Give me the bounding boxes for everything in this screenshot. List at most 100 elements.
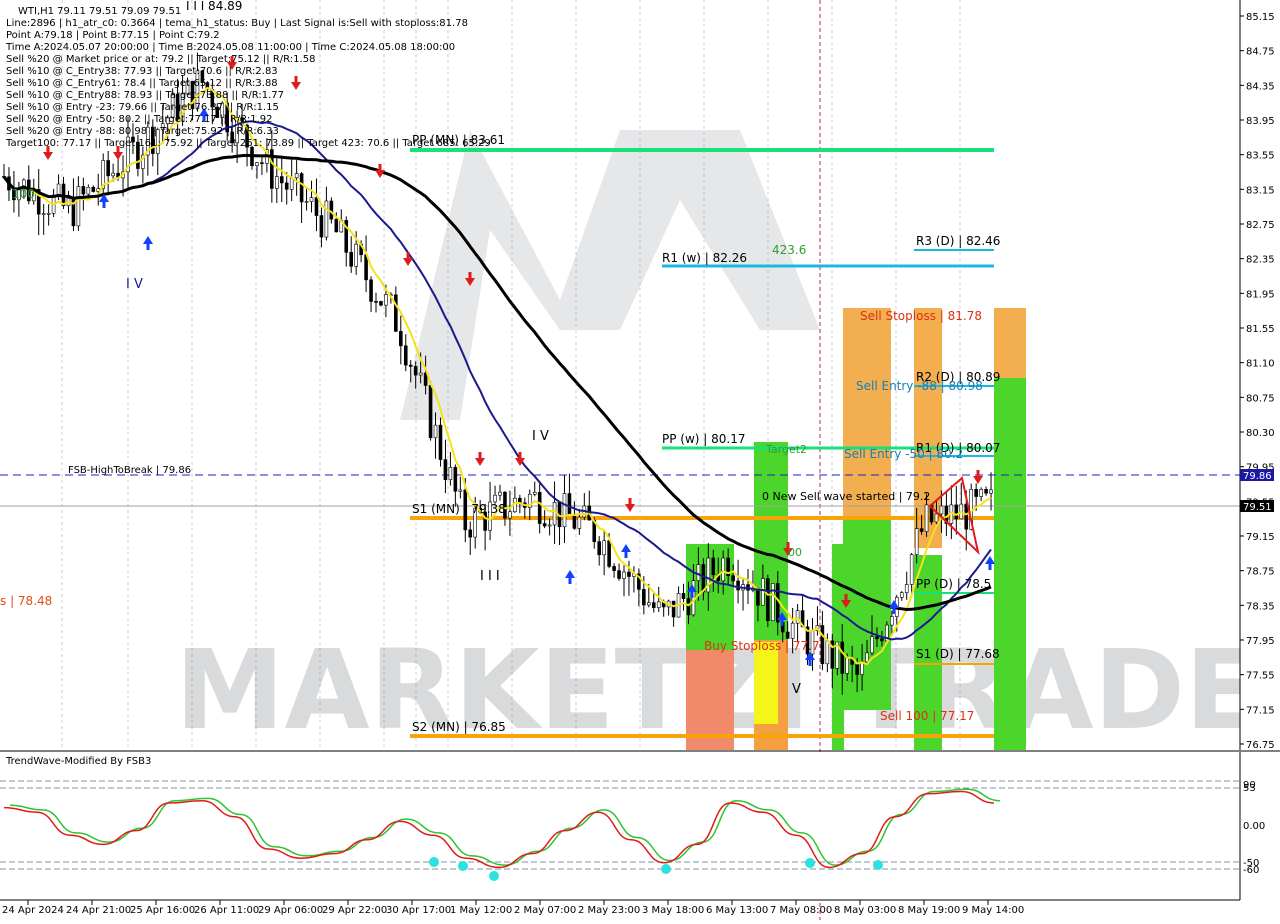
info-line: Point A:79.18 | Point B:77.15 | Point C:… bbox=[6, 30, 220, 41]
fsb-label: FSB-HighToBreak | 79.86 bbox=[68, 465, 191, 476]
candle-body bbox=[324, 200, 329, 238]
candle-body bbox=[56, 183, 61, 196]
fib-100-label: 100 bbox=[12, 187, 35, 201]
s1-d-label: S1 (D) | 77.68 bbox=[916, 647, 1000, 661]
candle-body bbox=[696, 564, 701, 581]
candle-body bbox=[845, 657, 850, 674]
candle-body bbox=[567, 493, 572, 515]
candle-body bbox=[577, 516, 582, 529]
candle-body bbox=[736, 580, 740, 591]
candle-body bbox=[433, 424, 438, 439]
sell-100-label: Sell 100 | 77.17 bbox=[880, 709, 974, 723]
time-tick-label: 29 Apr 22:00 bbox=[322, 905, 387, 916]
candle-body bbox=[255, 162, 259, 167]
price-tick-label: 80.75 bbox=[1246, 393, 1275, 404]
candle-body bbox=[309, 197, 314, 202]
time-tick-label: 7 May 08:00 bbox=[770, 905, 832, 916]
candle-body bbox=[508, 511, 512, 519]
candle-body bbox=[914, 528, 919, 555]
price-tick-label: 83.95 bbox=[1246, 116, 1275, 127]
value-00-label: 00 bbox=[788, 546, 802, 559]
time-tick-label: 1 May 12:00 bbox=[450, 905, 512, 916]
chart-area[interactable]: MARKETZI TRADE PP (MN) | 83.61 R1 (w) | … bbox=[0, 0, 1280, 920]
candle-body bbox=[711, 557, 716, 576]
osc-signal-dot bbox=[429, 857, 439, 867]
candle-body bbox=[304, 201, 309, 203]
current-price-marker-text: 79.51 bbox=[1243, 502, 1272, 513]
candle-body bbox=[681, 593, 686, 599]
osc-tick-53: 53 bbox=[1243, 783, 1256, 794]
osc-signal-dot bbox=[873, 860, 883, 870]
symbol-line: WTI,H1 79.11 79.51 79.09 79.51 bbox=[18, 6, 181, 17]
candle-body bbox=[299, 173, 304, 203]
candle-body bbox=[597, 541, 602, 556]
info-line: Sell %20 @ Entry -50: 80.2 || Target:77.… bbox=[6, 114, 272, 125]
candle-body bbox=[284, 182, 289, 190]
candle-body bbox=[274, 176, 279, 189]
price-tick-label: 82.35 bbox=[1246, 255, 1275, 266]
chart-svg: MARKETZI TRADE PP (MN) | 83.61 R1 (w) | … bbox=[0, 0, 1280, 920]
candle-body bbox=[86, 187, 91, 195]
candle-body bbox=[111, 172, 115, 177]
info-line: Sell %20 @ Market price or at: 79.2 || T… bbox=[6, 54, 315, 65]
time-tick-label: 29 Apr 06:00 bbox=[258, 905, 323, 916]
candle-body bbox=[443, 459, 448, 480]
candle-body bbox=[820, 625, 825, 665]
candle-body bbox=[964, 503, 969, 530]
osc-signal-dot bbox=[805, 858, 815, 868]
candle-body bbox=[954, 504, 959, 520]
candle-body bbox=[686, 598, 691, 616]
s2-mn-label: S2 (MN) | 76.85 bbox=[412, 720, 506, 734]
candle-body bbox=[369, 279, 373, 302]
candle-body bbox=[314, 197, 319, 216]
candle-body bbox=[622, 571, 626, 579]
osc-signal-dot bbox=[661, 864, 671, 874]
fib-423-label: 423.6 bbox=[772, 243, 806, 257]
candle-body bbox=[349, 252, 354, 267]
time-tick-label: 2 May 23:00 bbox=[578, 905, 640, 916]
candle-body bbox=[46, 213, 51, 215]
price-tick-label: 84.75 bbox=[1246, 47, 1275, 58]
candle-body bbox=[890, 616, 894, 626]
candle-body bbox=[76, 186, 81, 227]
osc-signal-dot bbox=[458, 861, 468, 871]
buy-stoploss-label: Buy Stoploss | 77.7 bbox=[704, 639, 820, 653]
candle-body bbox=[418, 372, 423, 376]
candle-body bbox=[924, 504, 929, 532]
sell-entry-50-label: Sell Entry -50 | 80.2 bbox=[844, 447, 963, 461]
candle-body bbox=[552, 502, 557, 526]
price-tick-label: 76.75 bbox=[1246, 740, 1275, 751]
candle-body bbox=[542, 523, 547, 527]
osc-signal-dot bbox=[489, 871, 499, 881]
price-tick-label: 79.15 bbox=[1246, 532, 1275, 543]
info-line: Line:2896 | h1_atr_c0: 0.3664 | tema_h1_… bbox=[6, 18, 468, 29]
candle-body bbox=[572, 514, 577, 529]
fsb-price-marker-text: 79.86 bbox=[1243, 471, 1272, 482]
candle-body bbox=[438, 424, 443, 460]
time-tick-label: 8 May 03:00 bbox=[834, 905, 896, 916]
top-peak-label: I I I 84.89 bbox=[186, 0, 242, 13]
osc-tick-m60: -60 bbox=[1243, 865, 1259, 876]
info-line: Sell %10 @ C_Entry38: 77.93 || Target:70… bbox=[6, 66, 278, 77]
time-tick-label: 9 May 14:00 bbox=[962, 905, 1024, 916]
time-tick-label: 26 Apr 11:00 bbox=[194, 905, 259, 916]
candle-body bbox=[939, 505, 944, 515]
candle-body bbox=[394, 294, 398, 332]
candle-body bbox=[974, 489, 978, 497]
candle-body bbox=[880, 638, 884, 642]
oscillator-panel: TrendWave-Modified By FSB3 90 53 0.00 -5… bbox=[0, 750, 1280, 900]
candle-body bbox=[398, 331, 403, 347]
left-price-label: s | 78.48 bbox=[0, 594, 52, 608]
price-tick-label: 85.15 bbox=[1246, 12, 1275, 23]
candle-body bbox=[875, 636, 879, 640]
candle-body bbox=[260, 162, 264, 164]
candle-body bbox=[899, 592, 904, 598]
candle-body bbox=[408, 364, 413, 367]
candle-body bbox=[617, 570, 621, 579]
candle-body bbox=[374, 301, 378, 303]
candle-body bbox=[334, 218, 339, 233]
new-wave-label: 0 New Sell wave started | 79.2 bbox=[762, 490, 930, 503]
candle-body bbox=[785, 631, 790, 639]
candle-body bbox=[547, 524, 552, 527]
candle-body bbox=[41, 213, 46, 215]
